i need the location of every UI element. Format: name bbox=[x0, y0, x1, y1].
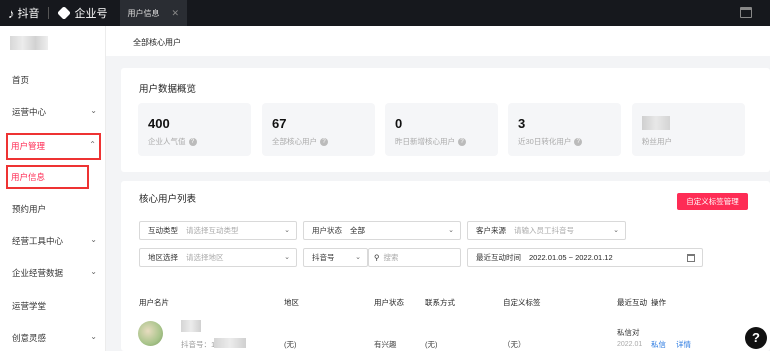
stat-core-users: 67 全部核心用户? bbox=[262, 103, 375, 156]
column-header: 操作 bbox=[651, 298, 666, 307]
blurred-value bbox=[642, 116, 670, 130]
question-icon[interactable]: ? bbox=[574, 137, 583, 146]
user-status-select[interactable]: 用户状态 全部 ⌄ bbox=[303, 221, 461, 240]
douyin-label: 抖音 bbox=[17, 8, 40, 20]
core-user-list-card: 核心用户列表 自定义标签管理 互动类型 请选择互动类型 ⌄ 用户状态 全部 ⌄ … bbox=[121, 181, 770, 351]
column-header: 用户状态 bbox=[374, 298, 404, 307]
douyin-logo-icon: ♪ bbox=[8, 5, 15, 21]
column-header: 用户名片 bbox=[139, 298, 169, 307]
stat-converted-users: 3 近30日转化用户? bbox=[508, 103, 621, 156]
region-select[interactable]: 地区选择 请选择地区 ⌄ bbox=[139, 248, 297, 267]
custom-tag-button[interactable]: 自定义标签管理 bbox=[677, 193, 748, 210]
account-avatar[interactable] bbox=[10, 36, 48, 50]
page-title: 全部核心用户 bbox=[133, 38, 181, 47]
chevron-up-icon: ⌃ bbox=[89, 140, 96, 149]
question-icon[interactable]: ? bbox=[458, 137, 466, 146]
chevron-down-icon: ⌄ bbox=[90, 106, 97, 115]
list-title: 核心用户列表 bbox=[139, 194, 197, 205]
blurred-username bbox=[181, 320, 201, 332]
breadcrumb: 全部核心用户 bbox=[106, 26, 770, 56]
search-icon: ⚲ bbox=[374, 253, 380, 262]
question-icon[interactable]: ? bbox=[320, 137, 328, 146]
chevron-down-icon: ⌄ bbox=[448, 227, 454, 234]
help-button[interactable]: ? bbox=[745, 327, 767, 349]
search-input[interactable]: ⚲ 搜索 bbox=[368, 248, 461, 267]
top-bar: ♪ 抖音 企业号 用户信息 ✕ bbox=[0, 0, 770, 26]
interaction-type-select[interactable]: 互动类型 请选择互动类型 ⌄ bbox=[139, 221, 297, 240]
sidebar-item-user-management[interactable]: 用户管理 ⌃ bbox=[6, 133, 101, 160]
sidebar-item-academy[interactable]: 运营学堂 bbox=[0, 300, 106, 312]
chevron-down-icon: ⌄ bbox=[355, 254, 361, 261]
qiye-label: 企业号 bbox=[74, 8, 108, 20]
qiye-logo-icon bbox=[56, 6, 71, 20]
sidebar-item-business-data[interactable]: 企业经营数据 ⌄ bbox=[0, 267, 106, 279]
column-header: 地区 bbox=[284, 298, 299, 307]
sidebar-item-operations[interactable]: 运营中心 ⌄ bbox=[0, 106, 106, 118]
chevron-down-icon: ⌄ bbox=[90, 235, 97, 244]
brand-divider bbox=[47, 7, 49, 19]
chevron-down-icon: ⌄ bbox=[613, 227, 619, 234]
sidebar-item-home[interactable]: 首页 bbox=[0, 74, 106, 86]
sidebar-item-booked-users[interactable]: 预约用户 bbox=[0, 203, 106, 215]
overview-card: 用户数据概览 400 企业人气值? 67 全部核心用户? 0 昨日新增核心用户?… bbox=[121, 68, 770, 172]
close-icon[interactable]: ✕ bbox=[172, 8, 180, 19]
stat-popularity: 400 企业人气值? bbox=[138, 103, 251, 156]
status-cell: 有兴趣 bbox=[374, 340, 397, 349]
recent-interaction-time: 2022.01 bbox=[617, 341, 643, 348]
column-header: 最近互动 bbox=[617, 298, 647, 307]
recent-interaction-date-range[interactable]: 最近互动时间 2022.01.05 ~ 2022.01.12 bbox=[467, 248, 703, 267]
recent-interaction: 私信对 bbox=[617, 328, 640, 337]
chevron-down-icon: ⌄ bbox=[90, 332, 97, 341]
chevron-down-icon: ⌄ bbox=[90, 267, 97, 276]
stat-new-core-users: 0 昨日新增核心用户? bbox=[385, 103, 498, 156]
tab-user-info[interactable]: 用户信息 ✕ bbox=[119, 0, 188, 26]
user-avatar bbox=[138, 321, 163, 346]
detail-link[interactable]: 详情 bbox=[676, 339, 691, 350]
question-icon[interactable]: ? bbox=[188, 137, 197, 146]
column-header: 联系方式 bbox=[425, 298, 455, 307]
chevron-down-icon: ⌄ bbox=[284, 254, 290, 261]
tab-label: 用户信息 bbox=[127, 8, 160, 18]
contact-cell: (无) bbox=[425, 340, 438, 349]
calendar-icon bbox=[687, 254, 695, 262]
chevron-down-icon: ⌄ bbox=[284, 227, 290, 234]
overview-title: 用户数据概览 bbox=[139, 84, 197, 95]
sidebar: 首页 运营中心 ⌄ 用户管理 ⌃ 用户信息 预约用户 经营工具中心 ⌄ 企业经营数据 ⌄… bbox=[0, 26, 106, 351]
message-link[interactable]: 私信 bbox=[651, 339, 666, 350]
douyin-id: 抖音号：1 bbox=[181, 340, 216, 349]
blurred-id bbox=[214, 338, 246, 348]
briefcase-icon[interactable] bbox=[740, 7, 752, 18]
sidebar-item-user-info[interactable]: 用户信息 bbox=[6, 165, 89, 189]
column-header: 自定义标签 bbox=[503, 298, 541, 307]
brand[interactable]: ♪ 抖音 企业号 bbox=[0, 0, 108, 26]
sidebar-item-inspiration[interactable]: 创意灵感 ⌄ bbox=[0, 332, 106, 344]
douyin-id-select[interactable]: 抖音号 ⌄ bbox=[303, 248, 368, 267]
region-cell: (无) bbox=[284, 340, 297, 349]
customer-source-select[interactable]: 客户来源 请输入员工抖音号 ⌄ bbox=[467, 221, 626, 240]
tag-cell: （无） bbox=[503, 340, 526, 349]
sidebar-item-tools-center[interactable]: 经营工具中心 ⌄ bbox=[0, 235, 106, 247]
stat-fans: 粉丝用户 bbox=[632, 103, 745, 156]
